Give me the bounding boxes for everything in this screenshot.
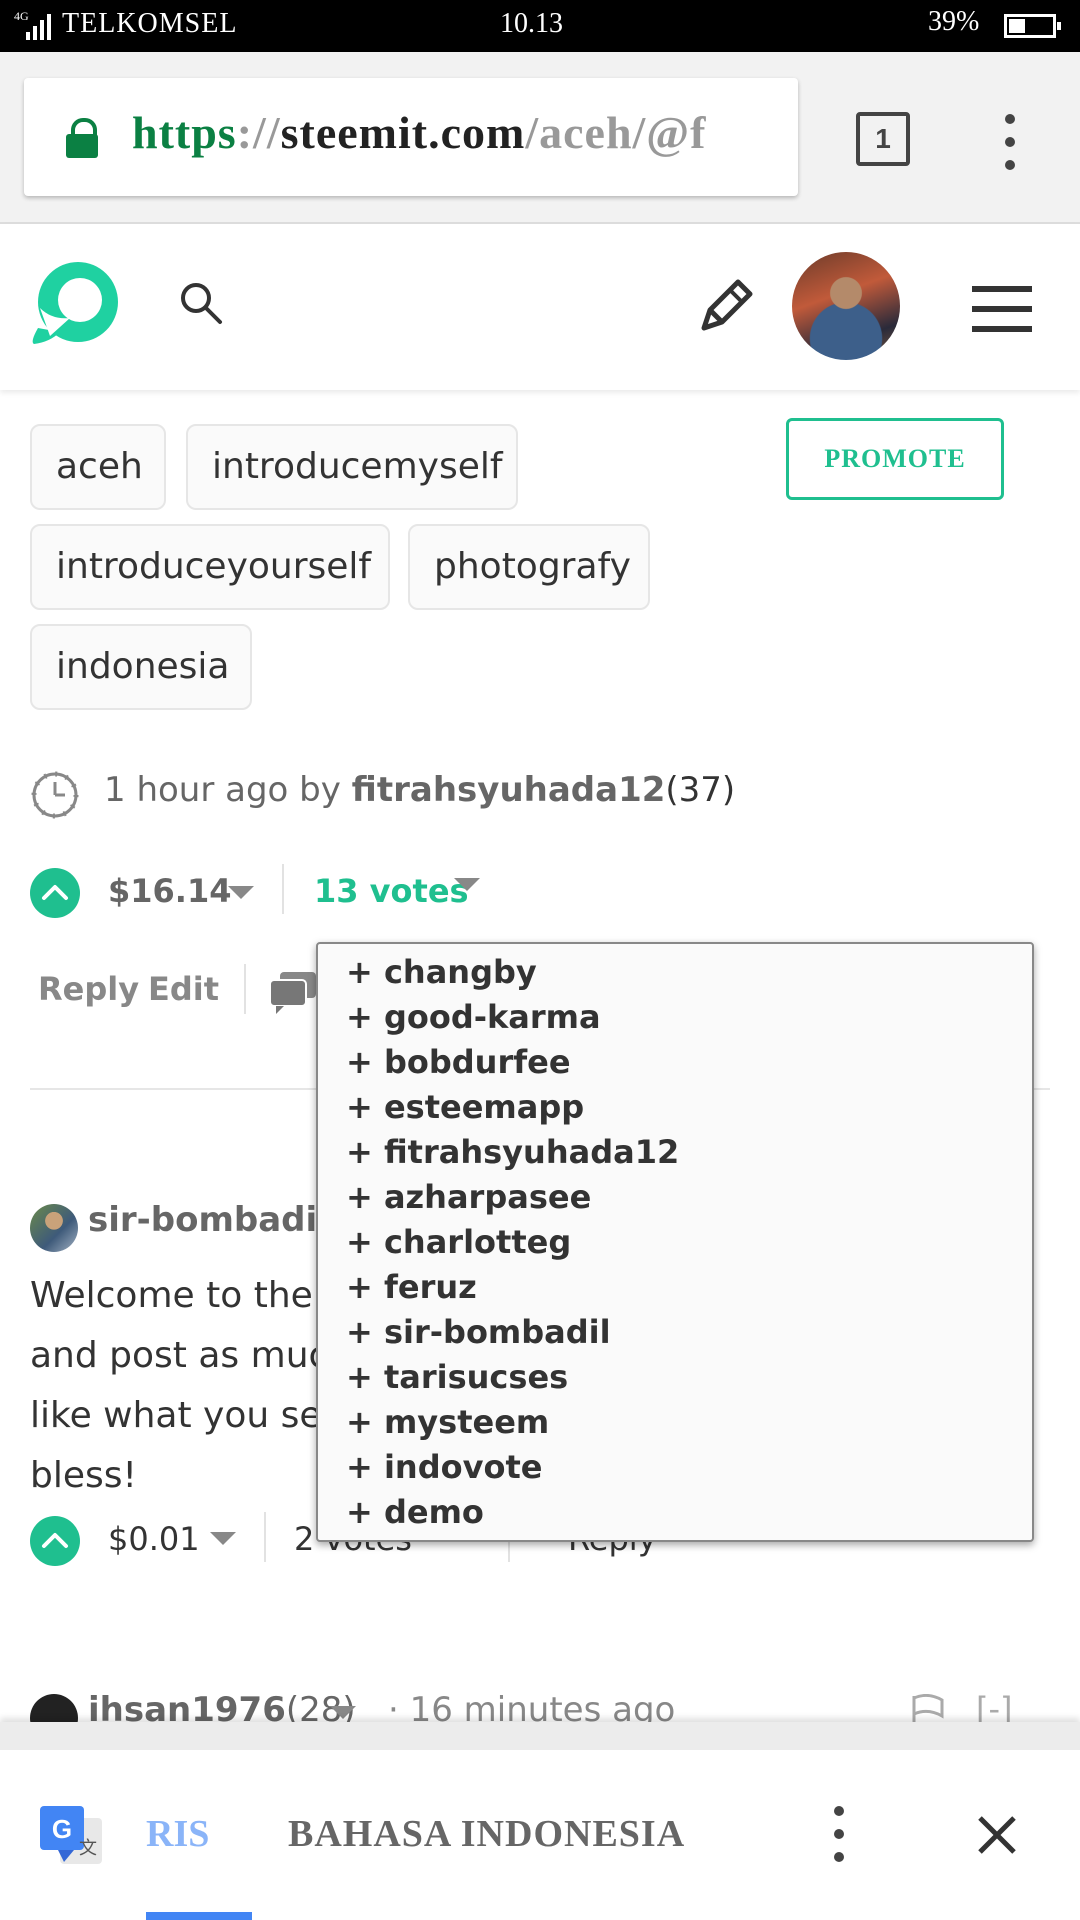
author-reputation: (37) [665, 770, 736, 810]
promote-button[interactable]: PROMOTE [786, 418, 1004, 500]
browser-menu-icon[interactable] [1005, 114, 1017, 183]
battery-icon [1004, 14, 1061, 38]
tag-photografy[interactable]: photografy [408, 524, 650, 610]
carrier-name: TELKOMSEL [62, 8, 238, 39]
reply-link[interactable]: Reply [38, 970, 139, 1008]
pen-icon[interactable] [694, 276, 754, 336]
address-bar[interactable]: https://steemit.com/aceh/@f [24, 78, 798, 196]
svg-text:G: G [52, 1814, 72, 1844]
tag-indonesia[interactable]: indonesia [30, 624, 252, 710]
comment-avatar[interactable] [30, 1204, 78, 1252]
post-payout[interactable]: $16.14 [108, 872, 231, 910]
site-header [0, 224, 1080, 390]
voter-item[interactable]: + feruz [346, 1265, 1032, 1310]
tag-introducemyself[interactable]: introducemyself [186, 424, 518, 510]
voter-item[interactable]: + fitrahsyuhada12 [346, 1130, 1032, 1175]
target-language-tab[interactable]: BAHASA INDONESIA [288, 1812, 685, 1856]
search-icon[interactable] [178, 280, 224, 326]
comment-payout-dropdown-icon[interactable] [210, 1532, 236, 1545]
browser-toolbar: https://steemit.com/aceh/@f 1 [0, 52, 1080, 224]
voter-item[interactable]: + tarisucses [346, 1355, 1032, 1400]
lock-icon[interactable] [66, 118, 98, 158]
post-meta: 1 hour ago by fitrahsyuhada12(37) [104, 770, 735, 810]
tag-aceh[interactable]: aceh [30, 424, 166, 510]
tab-switcher-button[interactable]: 1 [856, 112, 910, 166]
post-time: 1 hour ago by [104, 770, 341, 810]
voter-item[interactable]: + good-karma [346, 995, 1032, 1040]
translate-bar: G 文 RIS BAHASA INDONESIA [0, 1722, 1080, 1920]
selected-tab-indicator [146, 1912, 252, 1920]
divider [282, 864, 284, 914]
signal-icon [26, 14, 54, 40]
voters-dropdown: + changby + good-karma + bobdurfee + est… [316, 942, 1034, 1542]
upvote-button[interactable] [30, 868, 80, 918]
comment-author[interactable]: sir-bombadil ( [88, 1200, 353, 1240]
svg-text:文: 文 [79, 1838, 97, 1859]
payout-dropdown-icon[interactable] [228, 886, 254, 899]
clock-icon [31, 771, 79, 819]
steemit-logo-icon[interactable] [30, 258, 120, 348]
hamburger-icon[interactable] [972, 286, 1032, 346]
comment-upvote-button[interactable] [30, 1516, 80, 1566]
voter-item[interactable]: + esteemapp [346, 1085, 1032, 1130]
translate-menu-icon[interactable] [834, 1806, 846, 1875]
google-translate-icon: G 文 [40, 1806, 102, 1864]
close-icon[interactable] [972, 1810, 1022, 1860]
voter-item[interactable]: + charlotteg [346, 1220, 1032, 1265]
voter-item[interactable]: + demo [346, 1490, 1032, 1535]
comments-icon[interactable] [268, 970, 318, 1014]
edit-link[interactable]: Edit [148, 970, 219, 1008]
voter-item[interactable]: + indovote [346, 1445, 1032, 1490]
votes-dropdown-icon[interactable] [454, 878, 480, 891]
comment-payout[interactable]: $0.01 [108, 1520, 200, 1558]
votes-toggle[interactable]: 13 votes [314, 872, 469, 910]
divider [244, 964, 246, 1014]
url-text[interactable]: https://steemit.com/aceh/@f [132, 106, 706, 159]
tag-introduceyourself[interactable]: introduceyourself [30, 524, 390, 610]
post-author-link[interactable]: fitrahsyuhada12 [352, 770, 666, 810]
voter-item[interactable]: + sir-bombadil [346, 1310, 1032, 1355]
clock: 10.13 [500, 8, 563, 39]
voter-item[interactable]: + mysteem [346, 1400, 1032, 1445]
status-bar: 4G TELKOMSEL 10.13 39% [0, 0, 1080, 52]
source-language-tab[interactable]: RIS [146, 1812, 209, 1856]
voter-item[interactable]: + changby [346, 950, 1032, 995]
divider [264, 1512, 266, 1562]
chevron-up-icon [42, 885, 68, 900]
battery-percent: 39% [928, 6, 980, 37]
voter-item[interactable]: + azharpasee [346, 1175, 1032, 1220]
author-dropdown-icon[interactable] [330, 1706, 356, 1719]
avatar[interactable] [792, 252, 900, 360]
voter-item[interactable]: + bobdurfee [346, 1040, 1032, 1085]
chevron-up-icon [42, 1533, 68, 1548]
